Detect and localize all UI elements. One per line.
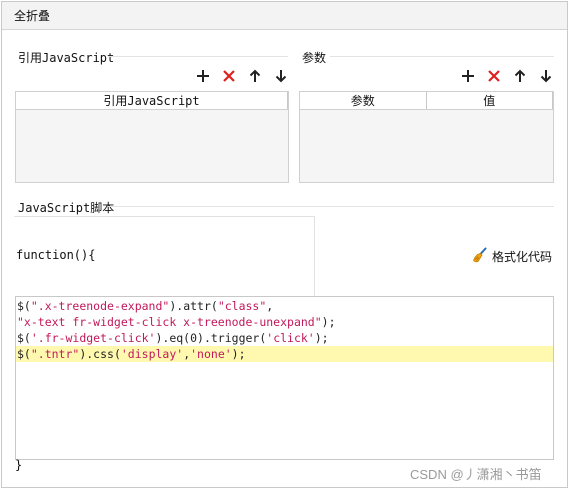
arrow-down-icon[interactable] [273, 68, 289, 84]
param-column-header[interactable]: 参数 [300, 92, 427, 109]
code-line-highlighted: $(".tntr").css('display','none'); [16, 346, 553, 362]
params-section-label: 参数 [302, 51, 327, 65]
window-title: 全折叠 [14, 9, 51, 23]
code-line: $(".x-treenode-expand").attr("class", [17, 299, 274, 313]
params-toolbar [460, 68, 554, 84]
refs-toolbar [195, 68, 289, 84]
format-code-label: 格式化代码 [492, 250, 553, 264]
value-column-header[interactable]: 值 [427, 92, 553, 109]
plus-icon[interactable] [195, 68, 211, 84]
refs-column-header[interactable]: 引用JavaScript [16, 92, 288, 109]
params-table-header: 参数 值 [300, 92, 553, 110]
script-section-divider [108, 206, 554, 207]
params-table[interactable]: 参数 值 [299, 91, 554, 183]
code-line: "x-text fr-widget-click x-treenode-unexp… [17, 315, 336, 329]
script-section-label: JavaScript脚本 [18, 201, 115, 215]
refs-section-divider [108, 56, 288, 57]
params-section-divider [330, 56, 554, 57]
arrow-down-icon[interactable] [538, 68, 554, 84]
delete-x-icon[interactable] [486, 68, 502, 84]
broom-icon [472, 247, 488, 266]
arrow-up-icon[interactable] [512, 68, 528, 84]
function-tail: } [15, 458, 23, 472]
code-editor[interactable]: $(".x-treenode-expand").attr("class", "x… [15, 296, 554, 460]
delete-x-icon[interactable] [221, 68, 237, 84]
collapse-all-header[interactable]: 全折叠 [2, 2, 567, 30]
refs-table[interactable]: 引用JavaScript [15, 91, 289, 183]
refs-table-header: 引用JavaScript [16, 92, 288, 110]
arrow-up-icon[interactable] [247, 68, 263, 84]
plus-icon[interactable] [460, 68, 476, 84]
format-code-button[interactable]: 格式化代码 [472, 247, 552, 266]
function-head: function(){ [16, 248, 96, 262]
watermark: CSDN @丿潇湘丶书笛 [410, 467, 542, 482]
code-line: $('.fr-widget-click').eq(0).trigger('cli… [17, 331, 329, 345]
refs-section-label: 引用JavaScript [18, 51, 115, 65]
